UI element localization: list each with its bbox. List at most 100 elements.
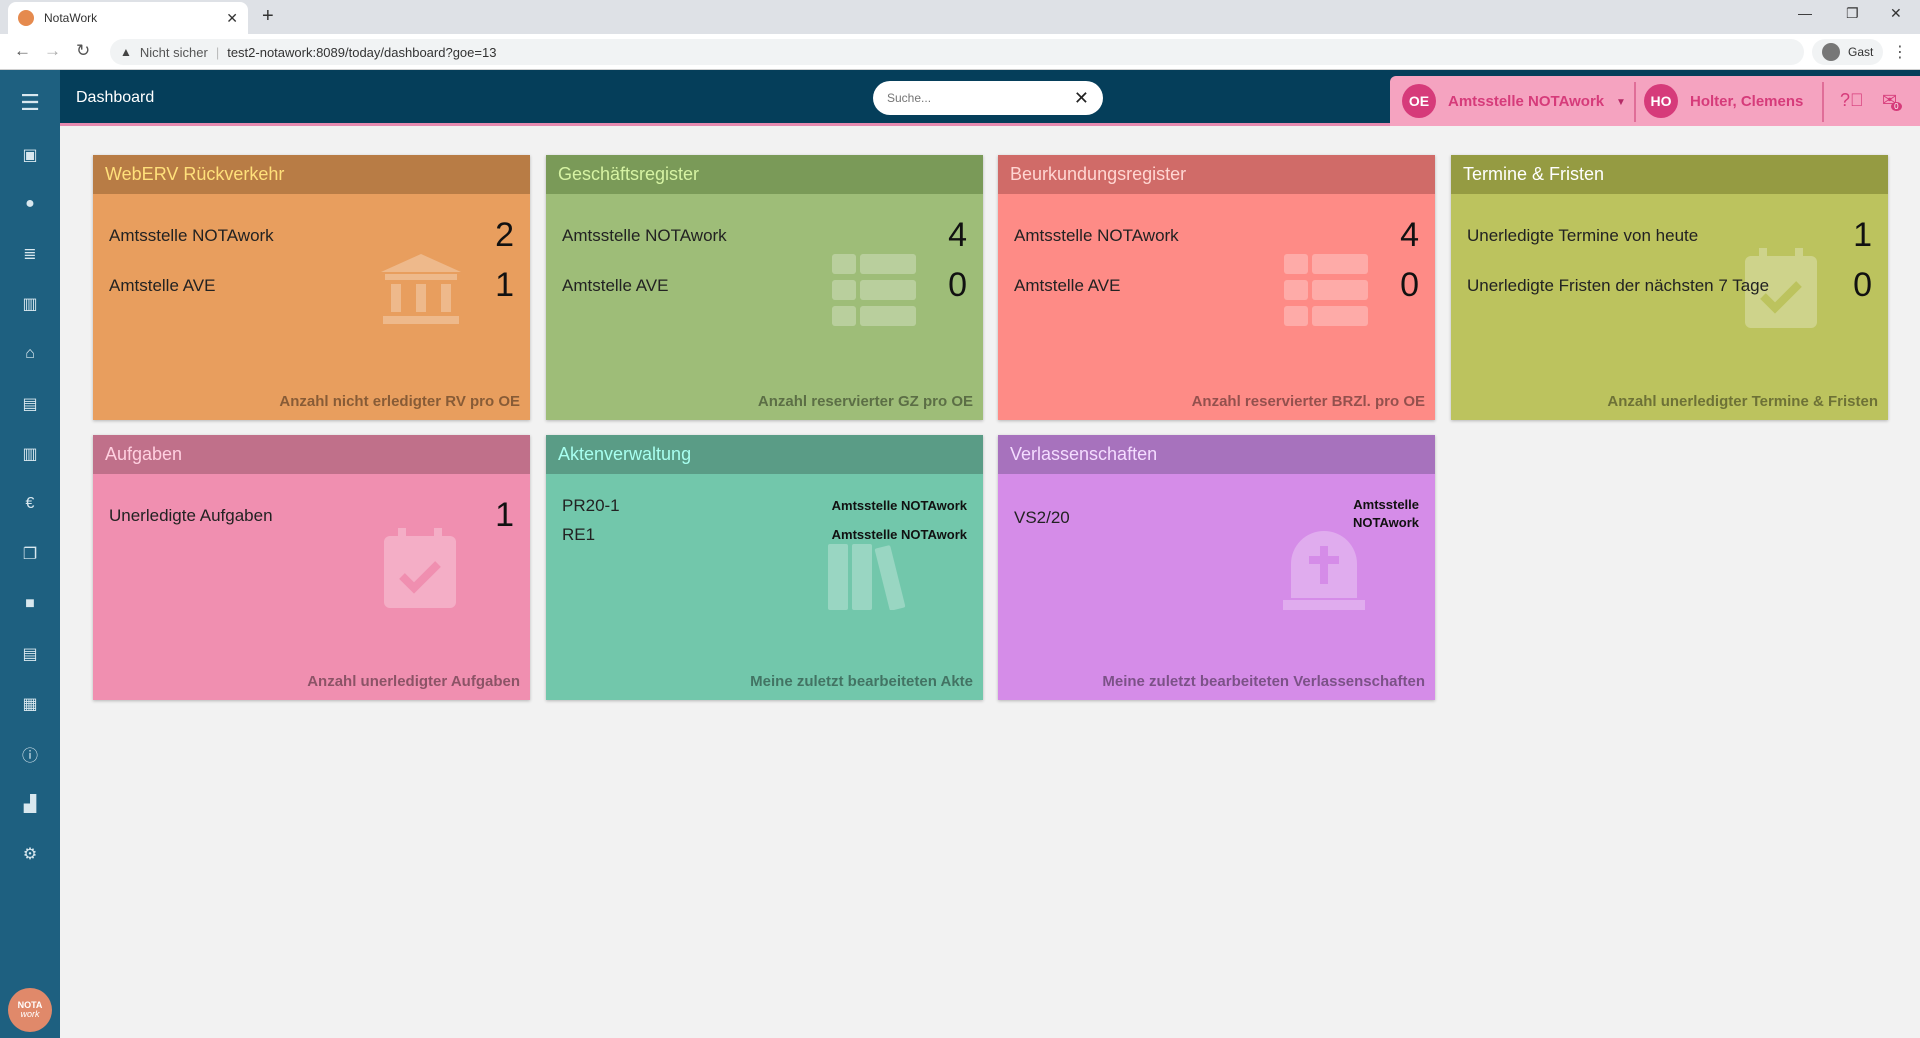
url-separator: | — [215, 44, 220, 60]
row-count: 4 — [948, 216, 967, 254]
close-tab-icon[interactable]: ✕ — [226, 10, 238, 27]
register-icon[interactable]: ▦ — [0, 689, 60, 719]
books-icon[interactable]: ▥ — [0, 289, 60, 319]
file-icon[interactable]: ▤ — [0, 639, 60, 669]
divider — [1822, 82, 1824, 122]
row-label: Unerledigte Fristen der nächsten 7 Tage — [1467, 275, 1770, 295]
card-title: Verlassenschaften — [998, 435, 1435, 474]
card-aktenverwaltung[interactable]: Aktenverwaltung PR20-1 Amtsstelle NOTAwo… — [546, 435, 983, 700]
card-aufgaben[interactable]: Aufgaben Unerledigte Aufgaben 1 Anzahl u… — [93, 435, 530, 700]
copy-icon[interactable]: ❐ — [0, 539, 60, 569]
card-footer: Meine zuletzt bearbeiteten Verlassenscha… — [1102, 673, 1425, 690]
page-title: Dashboard — [76, 89, 155, 106]
url-text: test2-notawork:8089/today/dashboard?goe=… — [227, 44, 497, 60]
chevron-down-icon[interactable]: ▼ — [1616, 97, 1626, 108]
logo-bottom-text: work — [20, 1009, 40, 1019]
user-name[interactable]: Holter, Clemens — [1690, 93, 1803, 110]
mail-count-badge: 0 — [1891, 102, 1902, 111]
row-label: Amtstelle AVE — [562, 275, 669, 295]
gear-icon[interactable]: ⚙ — [0, 839, 60, 869]
square-icon[interactable]: ■ — [0, 589, 60, 619]
row-count: 0 — [1853, 266, 1872, 304]
browser-menu-icon[interactable]: ⋮ — [1892, 42, 1908, 62]
row-label: Unerledigte Termine von heute — [1467, 225, 1699, 245]
sidebar: ☰ ▣ ● ≣ ▥ ⌂ ▤ ▥ € ❐ ■ ▤ ▦ ⓘ ▟ ⚙ NOTA wor… — [0, 70, 60, 1038]
minimize-icon[interactable]: — — [1798, 5, 1812, 21]
card-footer: Meine zuletzt bearbeiteten Akte — [750, 673, 973, 690]
card-weberv[interactable]: WebERV Rückverkehr Amtsstelle NOTAwork 2… — [93, 155, 530, 420]
calendar-icon[interactable]: ▣ — [0, 140, 60, 170]
card-verlassenschaften[interactable]: Verlassenschaften VS2/20 Amtsstelle NOTA… — [998, 435, 1435, 700]
card-title: WebERV Rückverkehr — [93, 155, 530, 194]
row-count: 1 — [495, 496, 514, 534]
security-label: Nicht sicher — [139, 44, 208, 60]
institution-icon[interactable]: ▥ — [0, 439, 60, 469]
clear-search-icon[interactable]: ✕ — [1074, 88, 1089, 109]
list-item[interactable]: Amtstelle AVE 0 — [1014, 266, 1419, 305]
row-owner: Amtsstelle NOTAwork — [831, 497, 967, 513]
divider — [1634, 82, 1636, 122]
tab-title: NotaWork — [44, 11, 98, 25]
list-item[interactable]: Unerledigte Termine von heute 1 — [1467, 216, 1872, 255]
help-icon[interactable]: ?⃝ — [1840, 90, 1864, 111]
row-owner: Amtsstelle NOTAwork — [831, 526, 967, 542]
guest-label: Gast — [1848, 45, 1874, 59]
back-icon[interactable]: ← — [14, 41, 31, 61]
row-label: PR20-1 — [562, 496, 620, 515]
org-badge[interactable]: OE — [1402, 84, 1436, 118]
calendar-check-icon — [384, 528, 456, 608]
browser-tabbar: NotaWork ✕ + — ❐ ✕ — [0, 0, 1920, 34]
chart-icon[interactable]: ▟ — [0, 789, 60, 819]
list-item[interactable]: PR20-1 Amtsstelle NOTAwork — [562, 496, 967, 516]
list-item[interactable]: Unerledigte Fristen der nächsten 7 Tage … — [1467, 266, 1872, 305]
card-beurkundungsregister[interactable]: Beurkundungsregister Amtsstelle NOTAwork… — [998, 155, 1435, 420]
list-item[interactable]: VS2/20 Amtsstelle NOTAwork — [1014, 496, 1419, 532]
card-title: Geschäftsregister — [546, 155, 983, 194]
user-badge[interactable]: HO — [1644, 84, 1678, 118]
profile-icon — [1822, 43, 1840, 61]
card-title: Termine & Fristen — [1451, 155, 1888, 194]
row-label: Amtstelle AVE — [1014, 275, 1121, 295]
info-icon[interactable]: ⓘ — [0, 739, 60, 769]
list-icon[interactable]: ≣ — [0, 239, 60, 269]
list-item[interactable]: Amtsstelle NOTAwork 2 — [109, 216, 514, 255]
forward-icon[interactable]: → — [44, 41, 61, 61]
card-title: Aktenverwaltung — [546, 435, 983, 474]
row-count: 1 — [495, 266, 514, 304]
card-termine-fristen[interactable]: Termine & Fristen Unerledigte Termine vo… — [1451, 155, 1888, 420]
list-item[interactable]: Amtsstelle NOTAwork 4 — [562, 216, 967, 255]
books-icon — [828, 544, 906, 610]
menu-icon[interactable]: ☰ — [0, 88, 60, 118]
notawork-logo: NOTA work — [8, 988, 52, 1032]
list-item[interactable]: Amtsstelle NOTAwork 4 — [1014, 216, 1419, 255]
search-box: ✕ — [873, 81, 1103, 115]
mail-icon[interactable]: ✉0 — [1882, 90, 1902, 111]
org-name[interactable]: Amtsstelle NOTAwork — [1448, 93, 1604, 110]
url-field[interactable]: ▲ Nicht sicher | test2-notawork:8089/tod… — [110, 39, 1804, 65]
card-footer: Anzahl reservierter BRZl. pro OE — [1191, 393, 1425, 410]
row-count: 2 — [495, 216, 514, 254]
card-title: Aufgaben — [93, 435, 530, 474]
list-item[interactable]: Unerledigte Aufgaben 1 — [109, 496, 514, 535]
card-geschaeftsregister[interactable]: Geschäftsregister Amtsstelle NOTAwork 4 … — [546, 155, 983, 420]
list-item[interactable]: RE1 Amtsstelle NOTAwork — [562, 525, 967, 545]
row-label: Amtsstelle NOTAwork — [109, 225, 274, 245]
euro-icon[interactable]: € — [0, 489, 60, 519]
card-footer: Anzahl unerledigter Aufgaben — [307, 673, 520, 690]
new-tab-icon[interactable]: + — [262, 5, 274, 28]
list-item[interactable]: Amtstelle AVE 1 — [109, 266, 514, 305]
reload-icon[interactable]: ↻ — [76, 41, 90, 61]
person-icon[interactable]: ● — [0, 189, 60, 219]
document-icon[interactable]: ▤ — [0, 389, 60, 419]
address-bar: ← → ↻ ▲ Nicht sicher | test2-notawork:80… — [0, 34, 1920, 70]
window-close-icon[interactable]: ✕ — [1890, 5, 1902, 22]
list-item[interactable]: Amtstelle AVE 0 — [562, 266, 967, 305]
browser-tab[interactable]: NotaWork ✕ — [8, 2, 248, 34]
guest-profile-button[interactable]: Gast — [1812, 39, 1884, 65]
search-input[interactable] — [887, 91, 1074, 105]
restore-icon[interactable]: ❐ — [1846, 5, 1859, 22]
card-footer: Anzahl reservierter GZ pro OE — [757, 393, 973, 410]
row-label: RE1 — [562, 525, 596, 544]
bank-icon[interactable]: ⌂ — [0, 339, 60, 369]
row-owner: Amtsstelle NOTAwork — [1353, 497, 1419, 531]
